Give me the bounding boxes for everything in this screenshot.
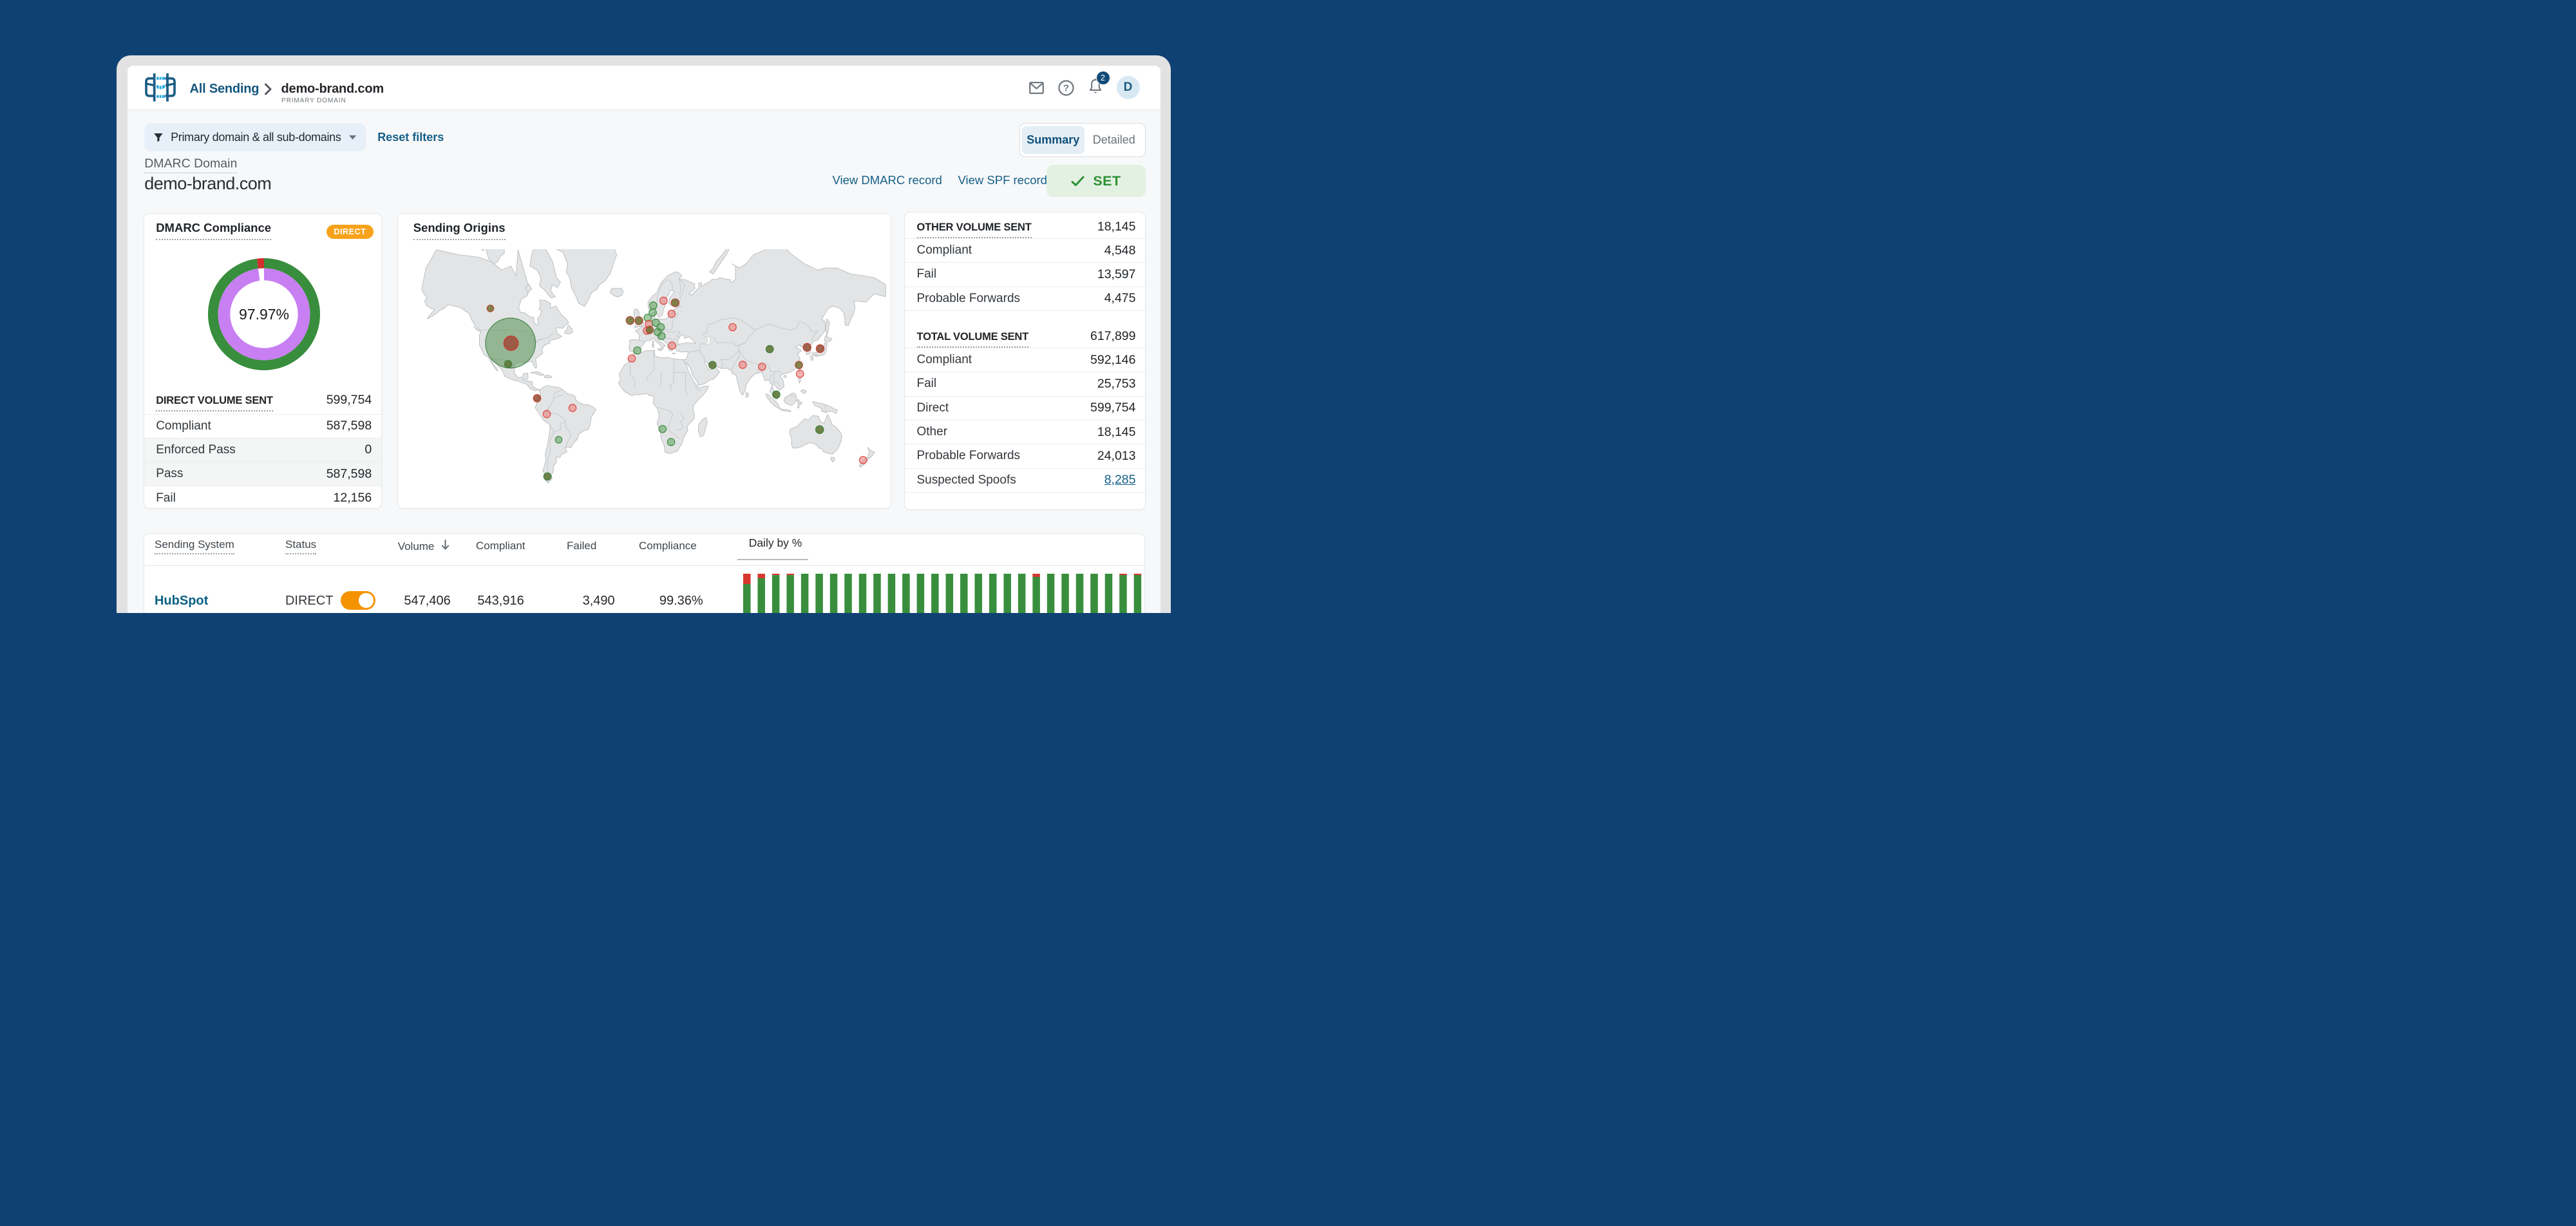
svg-text:97.97%: 97.97% (239, 306, 289, 323)
svg-text:?: ? (1063, 82, 1068, 93)
